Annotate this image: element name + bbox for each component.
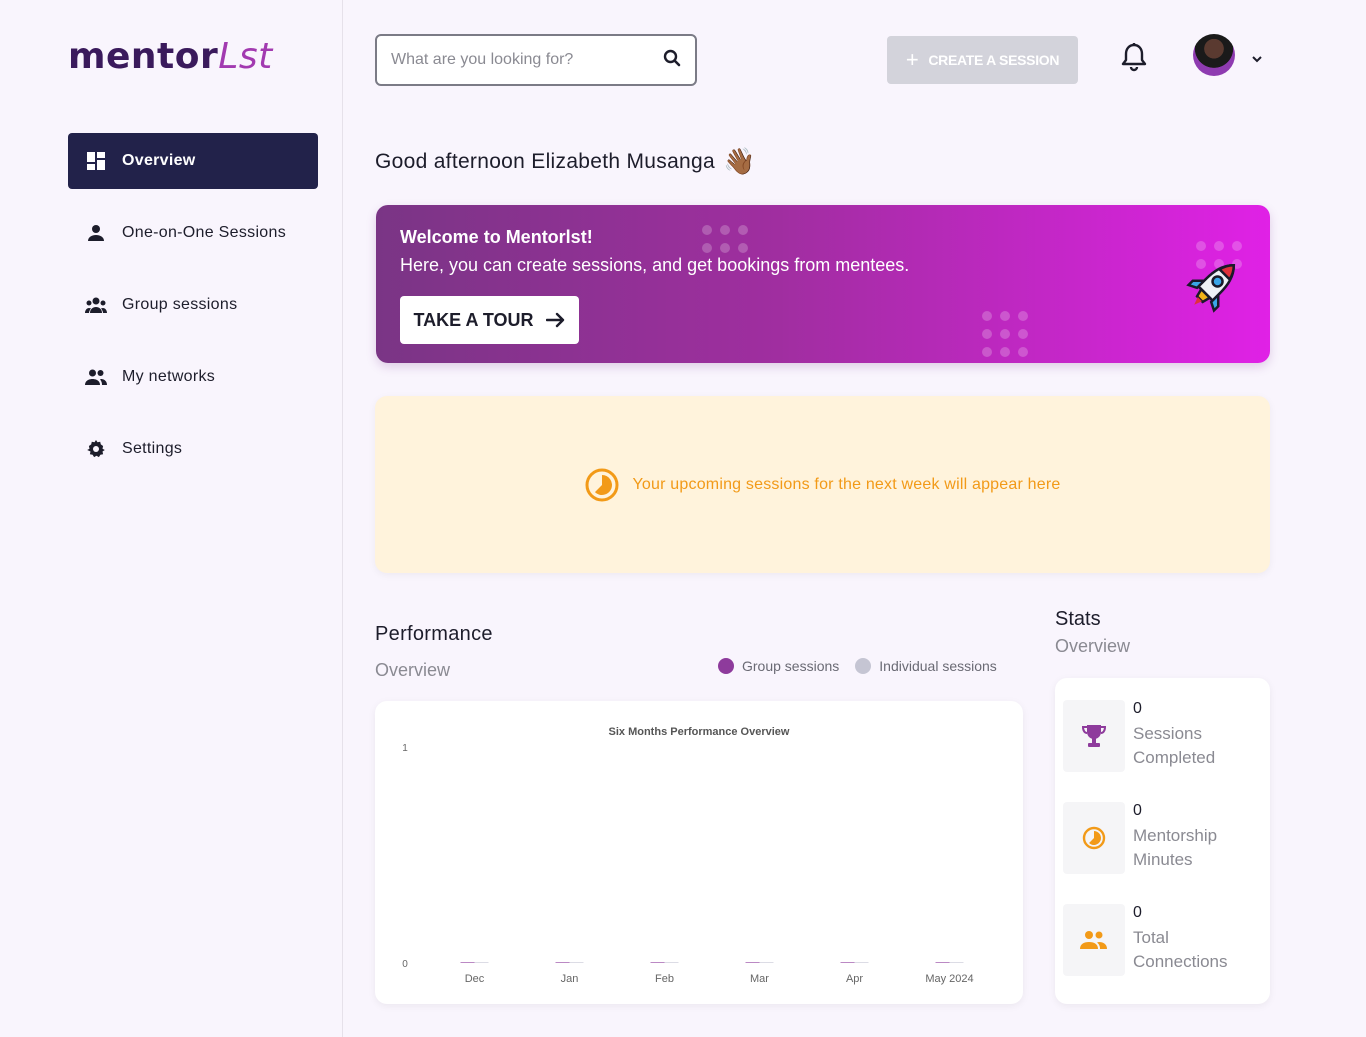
bar-group — [650, 962, 665, 963]
x-tick-label: May 2024 — [925, 973, 973, 985]
legend-item-group[interactable]: Group sessions — [718, 658, 839, 674]
arrow-right-icon — [545, 312, 564, 328]
bar-individual — [664, 962, 679, 963]
bar-group — [935, 962, 950, 963]
legend-label: Individual sessions — [879, 658, 997, 674]
people-icon — [1063, 904, 1125, 976]
bar-individual — [949, 962, 964, 963]
welcome-banner: Welcome to Mentorlst! Here, you can crea… — [376, 205, 1270, 363]
chart-legend: Group sessions Individual sessions — [718, 658, 1013, 674]
stat-mentorship-minutes: 0 Mentorship Minutes — [1063, 802, 1263, 874]
sidebar: mentorLst Overview One-on-One Sessions G… — [0, 0, 343, 1037]
y-tick-label: 0 — [402, 959, 408, 970]
bar-individual — [474, 962, 489, 963]
bar-individual — [759, 962, 774, 963]
y-tick-label: 1 — [402, 743, 408, 754]
x-tick-label: Jan — [561, 973, 579, 985]
decorative-dots — [702, 225, 748, 253]
stats-subtitle: Overview — [1055, 636, 1131, 656]
search-icon[interactable] — [663, 49, 681, 72]
create-session-label: CREATE A SESSION — [928, 52, 1060, 68]
sidebar-item-label: Overview — [122, 152, 196, 169]
plus-icon: + — [905, 47, 919, 72]
groups-icon — [85, 294, 107, 316]
rocket-icon — [1186, 263, 1236, 313]
bar-individual — [569, 962, 584, 963]
trophy-icon — [1063, 700, 1125, 772]
legend-dot — [718, 658, 734, 674]
stat-sessions-completed: 0 Sessions Completed — [1063, 700, 1263, 772]
banner-title: Welcome to Mentorlst! — [400, 227, 593, 247]
sidebar-nav: Overview One-on-One Sessions Group sessi… — [68, 133, 318, 493]
stat-value: 0 — [1133, 904, 1142, 921]
bell-icon[interactable] — [1120, 42, 1148, 72]
sidebar-item-label: Group sessions — [122, 296, 238, 313]
stat-value: 0 — [1133, 700, 1142, 717]
x-tick-label: Apr — [846, 973, 863, 985]
person-icon — [85, 222, 107, 244]
sidebar-item-one-on-one-sessions[interactable]: One-on-One Sessions — [68, 205, 318, 261]
upcoming-message: Your upcoming sessions for the next week… — [632, 475, 1061, 493]
stat-total-connections: 0 Total Connections — [1063, 904, 1263, 976]
wave-emoji: 👋🏾 — [723, 146, 756, 176]
clock-icon — [1063, 802, 1125, 874]
stat-value: 0 — [1133, 802, 1142, 819]
take-tour-button[interactable]: TAKE A TOUR — [400, 296, 579, 344]
chart-title: Six Months Performance Overview — [609, 726, 790, 738]
bar-group — [840, 962, 855, 963]
dashboard-icon — [85, 150, 107, 172]
bar-group — [555, 962, 570, 963]
performance-title: Performance — [375, 623, 493, 645]
take-tour-label: TAKE A TOUR — [413, 309, 534, 330]
sidebar-item-label: One-on-One Sessions — [122, 224, 287, 241]
greeting-text: Good afternoon Elizabeth Musanga — [375, 149, 715, 173]
bar-group — [460, 962, 475, 963]
clock-icon — [585, 468, 619, 501]
stat-label: Sessions Completed — [1133, 724, 1216, 767]
search-box — [375, 34, 697, 86]
chart-svg: Six Months Performance Overview 0 1 Dec Jan F… — [402, 726, 973, 985]
x-tick-label: Dec — [465, 973, 485, 985]
legend-dot — [855, 658, 872, 674]
upcoming-sessions-panel: Your upcoming sessions for the next week… — [375, 396, 1270, 573]
greeting: Good afternoon Elizabeth Musanga 👋🏾 — [375, 146, 756, 177]
sidebar-item-label: My networks — [122, 368, 216, 385]
sidebar-item-overview[interactable]: Overview — [68, 133, 318, 189]
people-icon — [85, 366, 107, 388]
create-session-button[interactable]: + CREATE A SESSION — [887, 36, 1078, 84]
sidebar-item-my-networks[interactable]: My networks — [68, 349, 318, 405]
sidebar-item-label: Settings — [122, 440, 183, 457]
x-tick-label: Mar — [750, 973, 769, 985]
chevron-down-icon[interactable] — [1251, 52, 1263, 64]
stats-card: 0 Sessions Completed 0 Mentorship Minute… — [1055, 678, 1270, 1004]
bar-group — [745, 962, 760, 963]
gear-icon — [85, 438, 107, 460]
avatar[interactable] — [1193, 34, 1235, 76]
stat-label: Total Connections — [1133, 928, 1228, 971]
sidebar-item-settings[interactable]: Settings — [68, 421, 318, 477]
legend-item-individual[interactable]: Individual sessions — [855, 658, 997, 674]
stat-label: Mentorship Minutes — [1133, 826, 1218, 869]
legend-label: Group sessions — [742, 658, 840, 674]
x-tick-label: Feb — [655, 973, 674, 985]
banner-subtitle: Here, you can create sessions, and get b… — [400, 255, 910, 275]
bar-individual — [854, 962, 869, 963]
performance-subtitle: Overview — [375, 660, 451, 680]
search-input[interactable] — [391, 51, 663, 69]
stats-title: Stats — [1055, 608, 1101, 630]
logo[interactable]: mentorLst — [68, 36, 273, 77]
decorative-dots — [982, 311, 1028, 357]
sidebar-item-group-sessions[interactable]: Group sessions — [68, 277, 318, 333]
performance-chart: Six Months Performance Overview 0 1 Dec Jan F… — [375, 701, 1023, 1004]
